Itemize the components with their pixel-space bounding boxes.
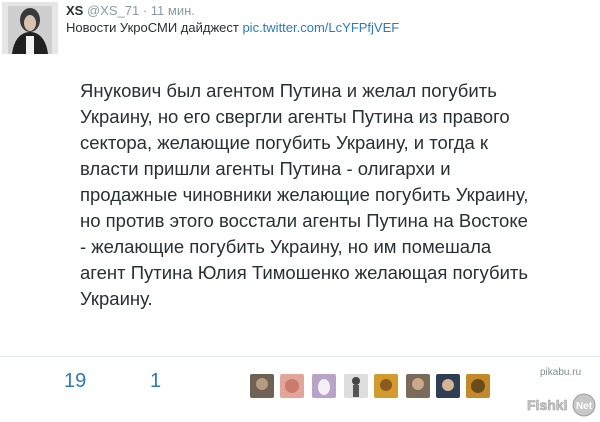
favorite-count[interactable]: 1 <box>150 370 161 392</box>
user-avatar[interactable] <box>250 374 274 398</box>
svg-text:Fishki: Fishki <box>527 397 567 413</box>
dot-separator: · <box>142 3 148 18</box>
tweet-header: XS @XS_71 · 11 мин. Новости УкроСМИ дайд… <box>0 0 600 56</box>
avatar-photo-icon <box>2 2 58 54</box>
user-avatar[interactable] <box>466 374 490 398</box>
tweet-headline: Новости УкроСМИ дайджест pic.twitter.com… <box>66 20 399 36</box>
user-avatar[interactable] <box>436 374 460 398</box>
avatar-photo-icon <box>344 374 368 398</box>
user-avatar[interactable] <box>374 374 398 398</box>
author-handle[interactable]: @XS_71 <box>87 3 139 18</box>
avatar-photo-icon <box>250 374 274 398</box>
tweet-timestamp[interactable]: 11 мин. <box>151 3 195 18</box>
tweet-author-line: XS @XS_71 · 11 мин. <box>66 3 195 19</box>
retweet-count[interactable]: 19 <box>64 370 86 392</box>
author-avatar[interactable] <box>2 2 58 54</box>
pic-link[interactable]: pic.twitter.com/LcYFPfjVEF <box>242 20 399 35</box>
avatar-photo-icon <box>374 374 398 398</box>
fishki-logo-icon: Fishki Net <box>527 393 596 417</box>
pikabu-watermark: pikabu.ru <box>540 367 582 378</box>
avatar-photo-icon <box>312 374 336 398</box>
fishki-watermark: Fishki Net <box>527 393 597 417</box>
avatar-photo-icon <box>406 374 430 398</box>
tweet-text: Янукович был агентом Путина и желал погу… <box>80 80 529 309</box>
avatar-photo-icon <box>466 374 490 398</box>
svg-text:Net: Net <box>576 401 593 412</box>
user-avatar[interactable] <box>312 374 336 398</box>
avatar-photo-icon <box>280 374 304 398</box>
user-avatar[interactable] <box>280 374 304 398</box>
user-avatar[interactable] <box>344 374 368 398</box>
avatar-photo-icon <box>436 374 460 398</box>
author-name[interactable]: XS <box>66 3 83 18</box>
headline-text: Новости УкроСМИ дайджест <box>66 20 239 35</box>
user-avatar[interactable] <box>406 374 430 398</box>
stats-divider <box>0 356 600 357</box>
